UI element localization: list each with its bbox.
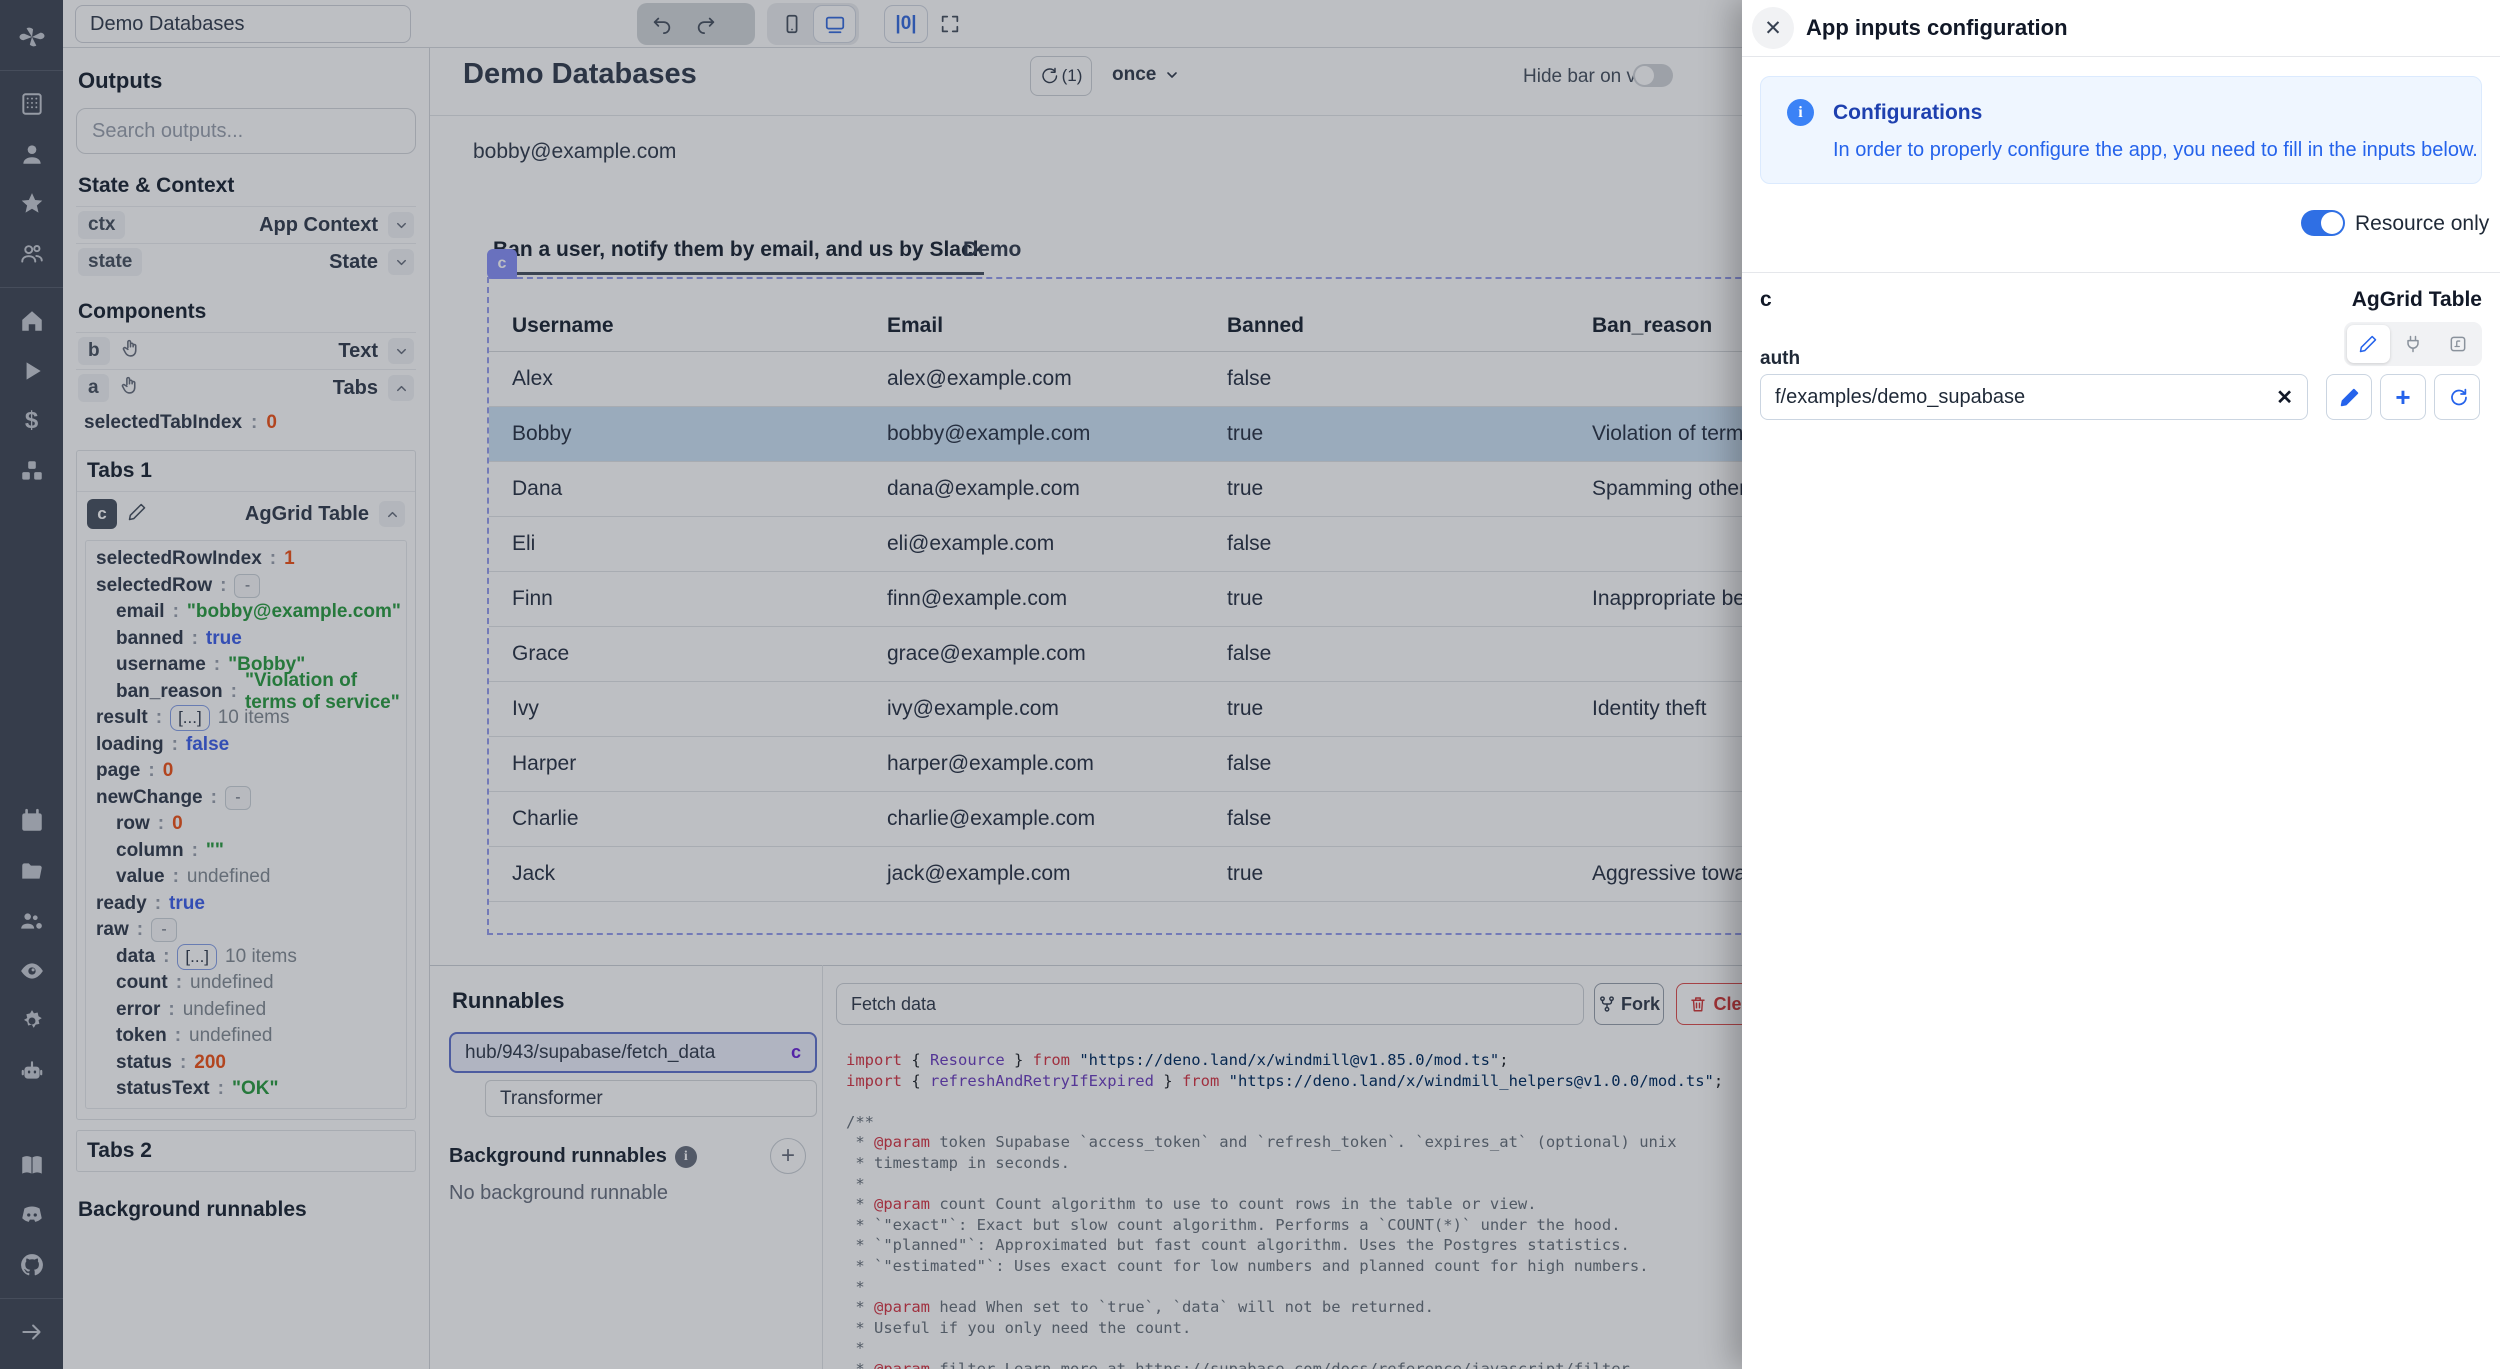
drawer-title: App inputs configuration xyxy=(1806,15,2068,41)
windmill-app-editor: $ |0| Outputs St xyxy=(0,0,2500,1369)
info-title: Configurations xyxy=(1833,101,1982,125)
info-circle-icon: i xyxy=(1787,99,1814,126)
auth-resource-value: f/examples/demo_supabase xyxy=(1775,386,2025,409)
configurations-info-box: i Configurations In order to properly co… xyxy=(1760,76,2482,184)
drawer-divider xyxy=(1742,56,2500,57)
add-resource-plus-button[interactable]: + xyxy=(2380,374,2426,420)
auth-field-label: auth xyxy=(1760,348,1800,370)
clear-input-x-icon[interactable]: ✕ xyxy=(2276,385,2293,410)
drawer-divider xyxy=(1742,272,2500,273)
input-mode-segmented-control xyxy=(2344,322,2482,366)
edit-resource-pencil-button[interactable] xyxy=(2326,374,2372,420)
auth-resource-input[interactable]: f/examples/demo_supabase ✕ xyxy=(1760,374,2308,420)
eval-mode-function-icon[interactable] xyxy=(2436,325,2479,363)
drawer-component-id: c xyxy=(1760,288,1772,312)
static-mode-pencil-icon[interactable] xyxy=(2347,325,2390,363)
connect-mode-plug-icon[interactable] xyxy=(2392,325,2435,363)
drawer-component-type: AgGrid Table xyxy=(2352,288,2482,312)
resource-only-label: Resource only xyxy=(2355,212,2489,236)
info-body: In order to properly configure the app, … xyxy=(1833,139,2478,162)
resource-only-toggle[interactable] xyxy=(2301,210,2345,236)
app-inputs-drawer: ✕ App inputs configuration i Configurati… xyxy=(1742,0,2500,1369)
close-drawer-icon[interactable]: ✕ xyxy=(1752,7,1794,49)
refresh-resource-button[interactable] xyxy=(2434,374,2480,420)
